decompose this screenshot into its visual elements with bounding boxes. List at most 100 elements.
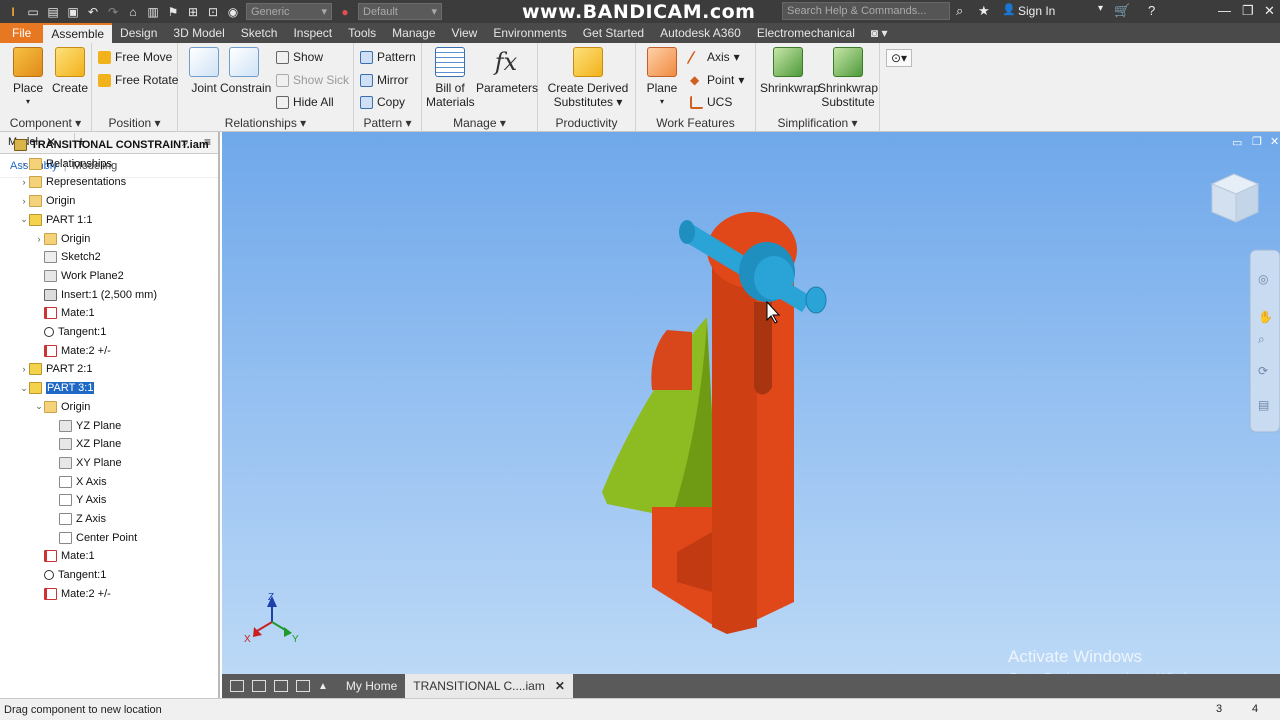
expand-chevron-icon[interactable]: ⌄ — [19, 383, 29, 394]
tab-sketch[interactable]: Sketch — [233, 23, 286, 43]
expand-chevron-icon[interactable]: ⌄ — [34, 401, 44, 412]
tree-item[interactable]: › Origin — [19, 192, 75, 210]
tree-item[interactable]: › Relationships — [19, 155, 112, 173]
steering-wheel-icon[interactable]: ◎ — [1258, 272, 1268, 286]
tree-item[interactable]: ⌄ Origin — [34, 398, 90, 416]
place-button[interactable]: Place ▾ — [8, 47, 48, 109]
expand-chevron-icon[interactable]: › — [19, 364, 29, 374]
expand-chevron-icon[interactable]: › — [19, 177, 29, 187]
tree-item[interactable]: Z Axis — [49, 510, 106, 528]
panel-label-simplification[interactable]: Simplification ▾ — [756, 116, 879, 130]
ribbon-overflow-button[interactable]: ⊙▾ — [886, 49, 913, 67]
cart-icon[interactable]: 🛒 — [1114, 3, 1130, 19]
panel-label-pattern[interactable]: Pattern ▾ — [354, 116, 421, 130]
undo-icon[interactable]: ↶ — [86, 5, 100, 19]
axis-button[interactable]: Axis ▾ — [686, 50, 740, 64]
create-derived-substitutes-button[interactable]: Create Derived Substitutes ▾ — [544, 47, 632, 109]
panel-label-position[interactable]: Position ▾ — [92, 116, 177, 130]
show-button[interactable]: Show — [276, 50, 323, 64]
star-icon[interactable]: ★ — [978, 3, 990, 19]
tree-item[interactable]: XZ Plane — [49, 435, 121, 453]
create-button[interactable]: Create — [50, 47, 90, 95]
tree-item[interactable]: XY Plane — [49, 454, 122, 472]
pan-icon[interactable]: ✋ — [1258, 310, 1273, 324]
appearance-dropdown[interactable]: Generic ▾ — [246, 3, 332, 20]
tab-get-started[interactable]: Get Started — [575, 23, 652, 43]
tree-item[interactable]: Insert:1 (2,500 mm) — [34, 286, 157, 304]
tree-item[interactable]: Mate:1 — [34, 547, 95, 565]
select-icon[interactable]: ⊡ — [206, 5, 220, 19]
orange-lobe-part[interactable] — [651, 330, 692, 390]
panel-label-manage[interactable]: Manage ▾ — [422, 116, 537, 130]
new-file-icon[interactable]: ▭ — [26, 5, 40, 19]
tree-item[interactable]: › Representations — [19, 173, 126, 191]
color-wheel-icon[interactable]: ● — [338, 5, 352, 19]
tab-view[interactable]: View — [444, 23, 486, 43]
expand-chevron-icon[interactable]: › — [19, 159, 29, 169]
tree-item[interactable]: Center Point — [49, 529, 137, 547]
ucs-button[interactable]: UCS — [690, 95, 732, 109]
help-search-input[interactable]: Search Help & Commands... — [782, 2, 950, 20]
tab-file[interactable]: File — [0, 23, 44, 43]
hide-all-button[interactable]: Hide All — [276, 95, 334, 109]
help-icon[interactable]: ? — [1148, 3, 1155, 18]
home-icon[interactable]: ⌂ — [126, 5, 140, 19]
minimize-icon[interactable]: — — [1218, 3, 1231, 18]
tree-item[interactable]: ⌄ PART 3:1 — [19, 379, 95, 397]
sign-in-link[interactable]: Sign In — [1018, 4, 1055, 18]
appearance-icon[interactable]: ◉ — [226, 5, 240, 19]
restore-icon[interactable]: ❐ — [1242, 3, 1254, 19]
look-at-icon[interactable]: ▤ — [1258, 398, 1269, 412]
expand-chevron-icon[interactable]: ⌄ — [19, 214, 29, 225]
tile-vertical-icon[interactable] — [296, 680, 310, 692]
tab-assemble[interactable]: Assemble — [43, 23, 113, 43]
pattern-button[interactable]: Pattern — [360, 50, 416, 64]
point-button[interactable]: ◆ Point ▾ — [690, 73, 744, 87]
tab-inspect[interactable]: Inspect — [285, 23, 340, 43]
tree-item[interactable]: Mate:2 +/- — [34, 342, 111, 360]
zoom-icon[interactable]: ⌕ — [1258, 332, 1265, 347]
tree-item[interactable]: TRANSITIONAL CONSTRAINT.iam — [4, 136, 209, 154]
expand-chevron-icon[interactable]: › — [34, 234, 44, 244]
material-dropdown[interactable]: Default ▾ — [358, 3, 442, 20]
tree-item[interactable]: Tangent:1 — [34, 323, 106, 341]
tab-tools[interactable]: Tools — [340, 23, 384, 43]
free-rotate-button[interactable]: Free Rotate — [98, 73, 178, 87]
tab-environments[interactable]: Environments — [485, 23, 574, 43]
panel-label-component[interactable]: Component ▾ — [0, 116, 91, 130]
tile-horizontal-icon[interactable] — [274, 680, 288, 692]
print-icon[interactable]: ▥ — [146, 5, 160, 19]
chevron-down-icon[interactable]: ▾ — [1098, 3, 1103, 14]
show-sick-button[interactable]: Show Sick — [276, 73, 349, 87]
mirror-button[interactable]: Mirror — [360, 73, 408, 87]
free-move-button[interactable]: Free Move — [98, 50, 172, 64]
shrinkwrap-button[interactable]: Shrinkwrap — [760, 47, 820, 95]
open-folder-icon[interactable]: ▤ — [46, 5, 60, 19]
tree-item[interactable]: › Origin — [34, 230, 90, 248]
binoculars-icon[interactable]: ⌕ — [956, 3, 963, 19]
parameters-button[interactable]: fx Parameters — [476, 47, 538, 95]
redo-icon[interactable]: ↷ — [106, 5, 120, 19]
tree-item[interactable]: Work Plane2 — [34, 267, 124, 285]
ribbon-options-icon[interactable]: ◙ ▾ — [863, 23, 896, 43]
orbit-icon[interactable]: ⟳ — [1258, 364, 1268, 378]
tile-windows-icon[interactable] — [252, 680, 266, 692]
tree-item[interactable]: Tangent:1 — [34, 566, 106, 584]
plane-button[interactable]: Plane ▾ — [642, 47, 682, 109]
update-icon[interactable]: ⚑ — [166, 5, 180, 19]
tree-item[interactable]: ⌄ PART 1:1 — [19, 211, 92, 229]
tab-3d-model[interactable]: 3D Model — [165, 23, 232, 43]
copy-button[interactable]: Copy — [360, 95, 405, 109]
tree-item[interactable]: X Axis — [49, 473, 107, 491]
tree-item[interactable]: Y Axis — [49, 491, 106, 509]
tab-list-up-icon[interactable]: ▲ — [318, 681, 328, 692]
tab-manage[interactable]: Manage — [384, 23, 443, 43]
tree-item[interactable]: Mate:1 — [34, 304, 95, 322]
expand-chevron-icon[interactable]: › — [19, 196, 29, 206]
tab-active-document[interactable]: TRANSITIONAL C....iam ✕ — [405, 674, 573, 698]
tree-item[interactable]: Sketch2 — [34, 248, 101, 266]
cascade-windows-icon[interactable] — [230, 680, 244, 692]
tree-item[interactable]: › PART 2:1 — [19, 360, 92, 378]
graphics-viewport[interactable]: ▭ ❐ ✕ Z X Y ◎ ✋ ⌕ ⟳ ▤ Activate Windows — [222, 132, 1280, 685]
bill-of-materials-button[interactable]: Bill of Materials — [426, 47, 475, 109]
